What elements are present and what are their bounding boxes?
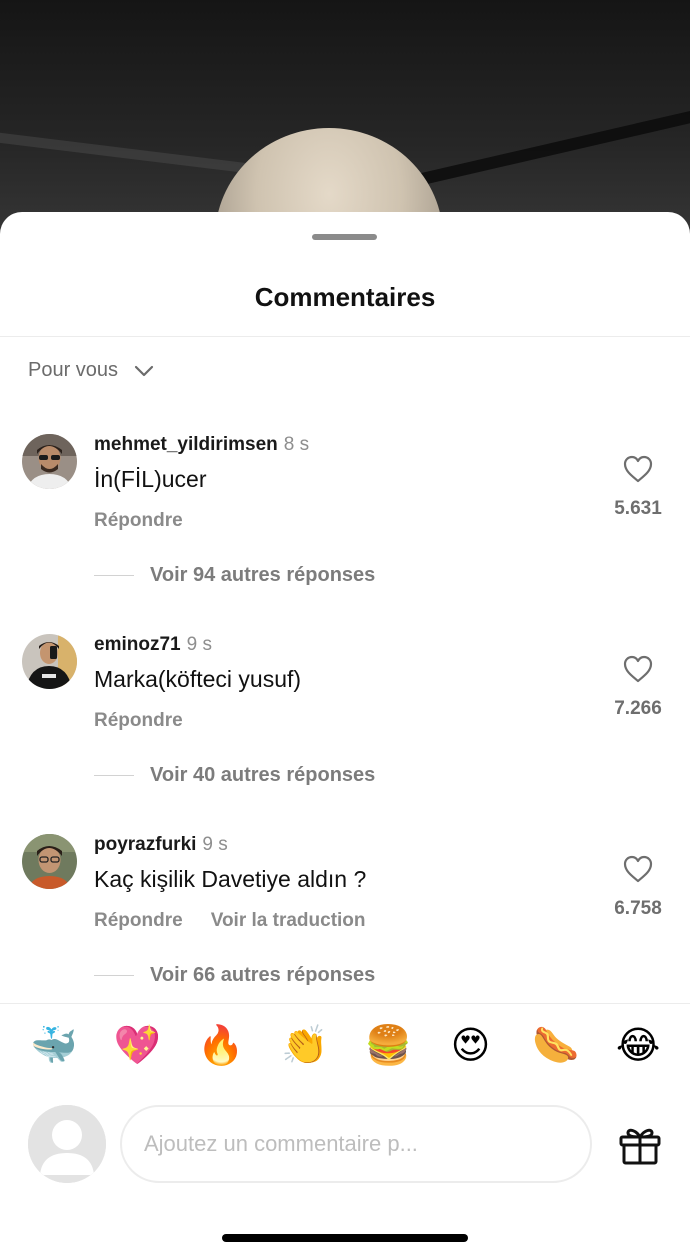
comment-username[interactable]: poyrazfurki	[94, 834, 196, 855]
reply-button[interactable]: Répondre	[94, 710, 183, 731]
background-streak	[402, 103, 690, 189]
view-replies-button[interactable]: Voir 66 autres réponses	[94, 964, 375, 987]
comment-username[interactable]: mehmet_yildirimsen	[94, 434, 278, 455]
emoji-fire-button[interactable]: 🔥	[197, 1024, 244, 1068]
divider	[0, 336, 690, 337]
avatar[interactable]	[22, 634, 77, 689]
current-user-avatar[interactable]	[28, 1105, 106, 1183]
comment-item: mehmet_yildirimsen 8 s İn(FİL)ucer Répond…	[0, 424, 690, 594]
comment-username[interactable]: eminoz71	[94, 634, 181, 655]
gift-icon[interactable]	[618, 1124, 662, 1166]
sort-dropdown[interactable]: Pour vous	[28, 359, 154, 382]
like-button[interactable]: 5.631	[608, 454, 668, 520]
like-count: 6.758	[614, 898, 662, 919]
comment-actions: Répondre Voir la traduction	[94, 910, 366, 932]
view-replies-label: Voir 94 autres réponses	[150, 564, 376, 586]
comment-text: Kaç kişilik Davetiye aldın ?	[94, 866, 367, 892]
replies-line	[94, 575, 134, 576]
view-replies-button[interactable]: Voir 40 autres réponses	[94, 764, 375, 787]
like-button[interactable]: 6.758	[608, 854, 668, 920]
view-replies-label: Voir 40 autres réponses	[150, 764, 376, 786]
comment-text: İn(FİL)ucer	[94, 466, 207, 492]
comment-input[interactable]	[120, 1105, 592, 1183]
emoji-hotdog-button[interactable]: 🌭	[532, 1024, 579, 1068]
sheet-title: Commentaires	[254, 282, 436, 312]
avatar[interactable]	[22, 834, 77, 889]
emoji-burger-button[interactable]: 🍔	[365, 1024, 412, 1068]
comment-header: poyrazfurki 9 s	[94, 834, 228, 856]
home-indicator	[222, 1234, 468, 1242]
comment-time: 9 s	[186, 634, 212, 655]
replies-line	[94, 975, 134, 976]
heart-outline-icon	[623, 455, 653, 483]
comments-sheet: Commentaires Pour vous mehmet_yildirimse…	[0, 212, 690, 1258]
comment-text: Marka(köfteci yusuf)	[94, 666, 302, 692]
comment-actions: Répondre	[94, 510, 183, 532]
emoji-whale-button[interactable]: 🐳	[30, 1024, 77, 1068]
divider	[0, 1003, 690, 1004]
comment-item: poyrazfurki 9 s Kaç kişilik Davetiye aldı…	[0, 824, 690, 994]
comment-item: eminoz71 9 s Marka(köfteci yusuf) Répondr…	[0, 624, 690, 794]
avatar[interactable]	[22, 434, 77, 489]
translate-button[interactable]: Voir la traduction	[211, 910, 366, 931]
like-button[interactable]: 7.266	[608, 654, 668, 720]
like-count: 7.266	[614, 698, 662, 719]
view-replies-button[interactable]: Voir 94 autres réponses	[94, 564, 375, 587]
chevron-down-icon	[134, 365, 154, 376]
view-replies-label: Voir 66 autres réponses	[150, 964, 376, 986]
sort-label: Pour vous	[28, 359, 119, 381]
default-avatar-icon	[28, 1105, 106, 1183]
comment-actions: Répondre	[94, 710, 183, 732]
comment-time: 8 s	[283, 434, 310, 455]
emoji-heart-eyes-button[interactable]: 😍	[449, 1024, 493, 1068]
quick-emoji-bar: 🐳 💖 🔥 👏 🍔 😍 🌭 😂	[0, 1024, 690, 1080]
emoji-sparkling-heart-button[interactable]: 💖	[114, 1024, 161, 1068]
emoji-laughing-button[interactable]: 😂	[616, 1024, 660, 1068]
heart-outline-icon	[623, 655, 653, 683]
emoji-clap-button[interactable]: 👏	[281, 1024, 328, 1068]
replies-line	[94, 775, 134, 776]
reply-button[interactable]: Répondre	[94, 910, 183, 931]
comment-header: eminoz71 9 s	[94, 634, 212, 656]
like-count: 5.631	[614, 498, 662, 519]
comment-time: 9 s	[202, 834, 228, 855]
heart-outline-icon	[623, 855, 653, 883]
reply-button[interactable]: Répondre	[94, 510, 183, 531]
comment-header: mehmet_yildirimsen 8 s	[94, 434, 309, 456]
sheet-grabber[interactable]	[312, 234, 377, 240]
